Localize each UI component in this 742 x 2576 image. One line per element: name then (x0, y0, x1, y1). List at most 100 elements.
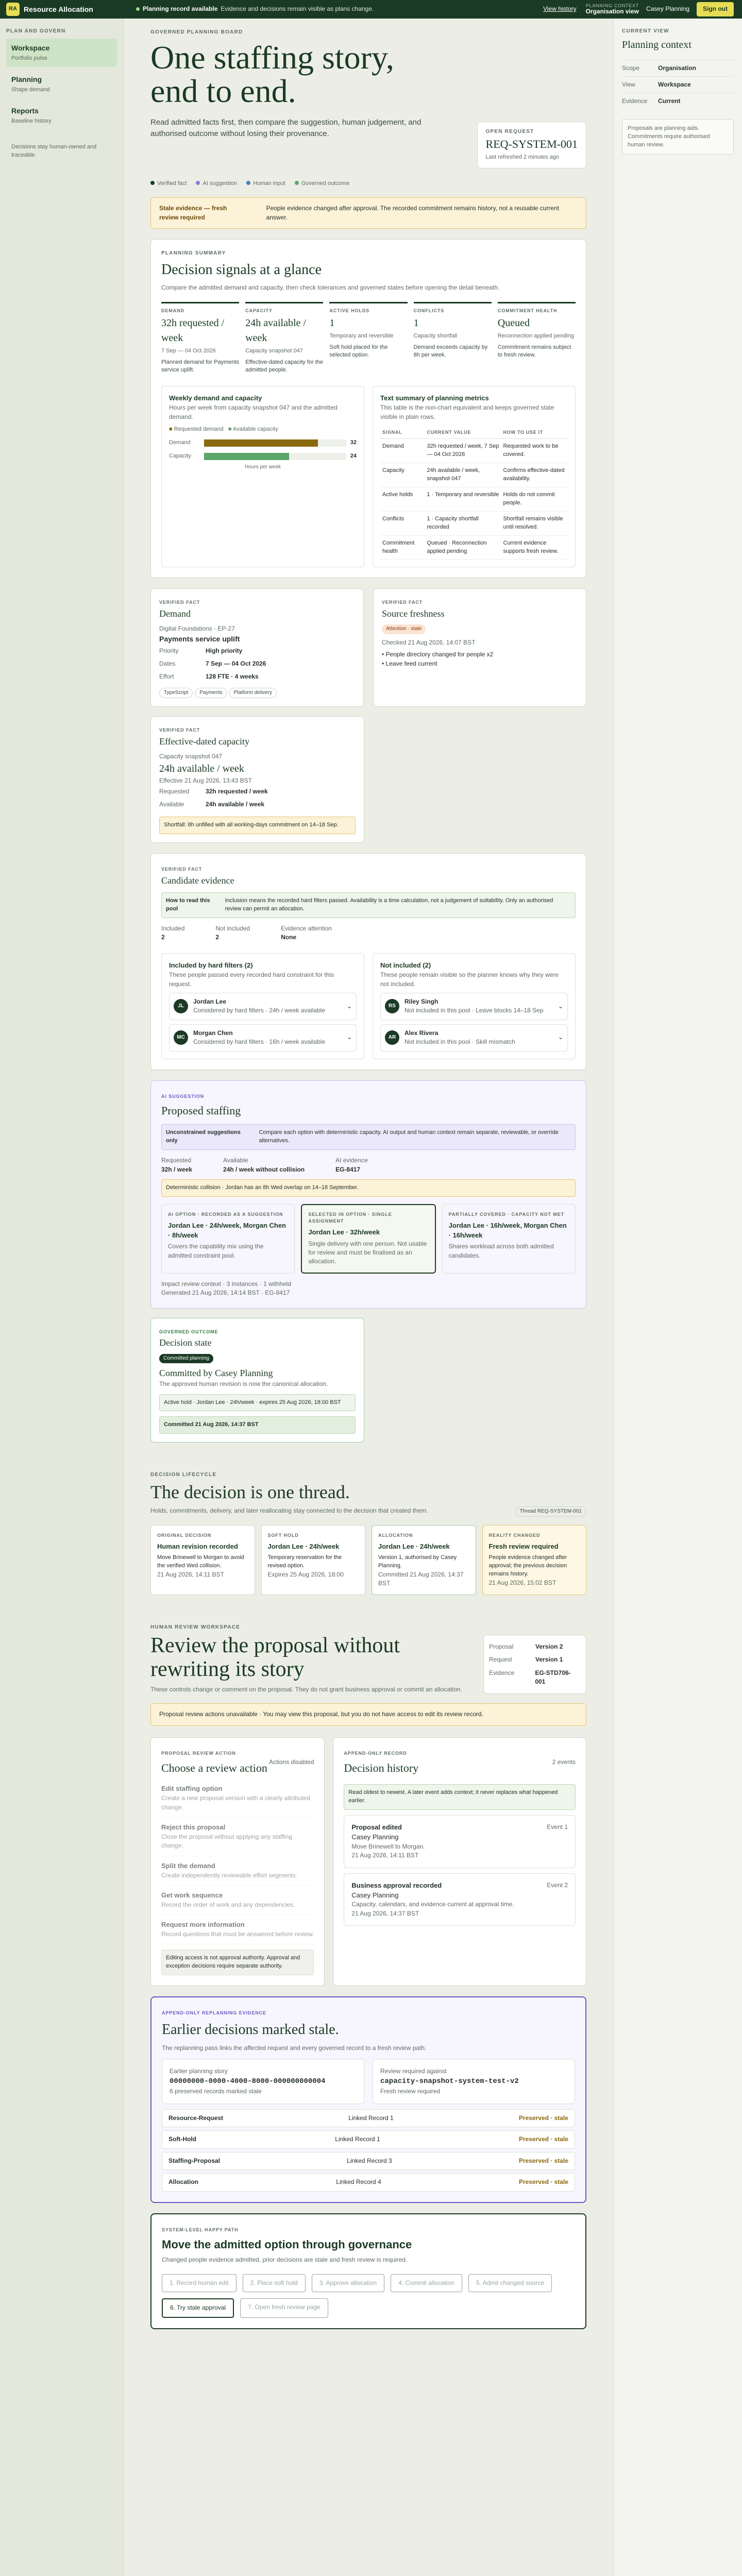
collision-warning: Deterministic collision · Jordan has an … (161, 1179, 576, 1197)
sidebar-item-planning[interactable]: Planning Shape demand (6, 70, 117, 98)
thread-chip[interactable]: Thread REQ-SYSTEM-001 (515, 1506, 586, 1517)
review-action[interactable]: Split the demand Create independently rev… (161, 1856, 314, 1886)
review-title: Review the proposal without rewriting it… (150, 1634, 400, 1681)
chevron-down-icon[interactable]: ⌄ (347, 1002, 352, 1011)
demand-row: Effort 128 FTE · 4 weeks (159, 670, 355, 683)
skill-chip: Platform delivery (229, 687, 277, 699)
candidate-meta: Considered by hard filters · 16h / week … (193, 1038, 326, 1046)
brand[interactable]: RA Resource Allocation (0, 3, 124, 16)
kv-key: Effort (159, 673, 174, 681)
lifecycle-label: Soft hold (267, 1533, 299, 1538)
action-title: Request more information (161, 1921, 245, 1929)
lifecycle-card[interactable]: Original decision Human revision recorded… (150, 1525, 255, 1595)
freshness-card: VERIFIED FACT Source freshness Attention … (373, 588, 586, 707)
metric-val: 1 (413, 317, 419, 329)
candidate-row[interactable]: RS Riley Singh Not included in this pool ·… (380, 992, 568, 1020)
lifecycle-time: Expires 25 Aug 2026, 18:00 (267, 1570, 344, 1578)
included-pool: Included by hard filters (2) These people… (161, 953, 364, 1059)
stale-status: Preserved · stale (518, 2157, 568, 2164)
event-actor: Casey Planning (351, 1833, 399, 1841)
happy-path-step[interactable]: 6. Try stale approval (162, 2298, 234, 2318)
happy-path: SYSTEM-LEVEL HAPPY PATH Move the admitted… (150, 2213, 586, 2329)
candidate-meta: Considered by hard filters · 24h / week … (193, 1007, 326, 1014)
record-link[interactable]: Linked Record 3 (347, 2157, 392, 2165)
review-action[interactable]: Get work sequence Record the order of wor… (161, 1886, 314, 1916)
lifecycle-card[interactable]: Allocation Jordan Lee · 24h/week Version 1… (372, 1525, 476, 1595)
user-name[interactable]: Casey Planning (646, 5, 689, 13)
rail-key: View (622, 80, 635, 88)
stale-status: Preserved · stale (518, 2136, 568, 2143)
proposal-option[interactable]: SELECTED IN OPTION · SINGLE ASSIGNMENT Jo… (301, 1204, 436, 1274)
kv-value: Version 1 (535, 1656, 563, 1664)
chart-axis-label: Hours per week (244, 464, 281, 470)
candidate-row[interactable]: AR Alex Rivera Not included in this pool ·… (380, 1024, 568, 1052)
card-title: Earlier decisions marked stale. (162, 2022, 339, 2038)
metric-lbl: Capacity (245, 308, 273, 313)
option-tag: SELECTED IN OPTION · SINGLE ASSIGNMENT (308, 1211, 392, 1224)
candidate-row[interactable]: JL Jordan Lee Considered by hard filters ·… (169, 992, 357, 1020)
happy-path-step[interactable]: 3. Approve allocation (311, 2274, 385, 2293)
card-kicker: AI SUGGESTION (161, 1093, 205, 1099)
sidebar-item-reports[interactable]: Reports Baseline history (6, 101, 117, 130)
review-action[interactable]: Reject this proposal Close the proposal w… (161, 1818, 314, 1856)
lifecycle-label: Reality changed (488, 1533, 541, 1538)
table-row: Demand 32h requested / week, 7 Sep — 04 O… (380, 438, 568, 463)
metric-lbl: Conflicts (413, 308, 445, 313)
metric-val: 1 (329, 317, 335, 329)
metric-meta: Temporary and reversible (329, 332, 394, 339)
record-link[interactable]: Linked Record 1 (348, 2114, 393, 2123)
lifecycle-card[interactable]: Soft hold Jordan Lee · 24h/week Temporary … (261, 1525, 365, 1595)
context-switcher[interactable]: PLANNING CONTEXT Organisation view (586, 3, 639, 15)
summary-title: Decision signals at a glance (161, 261, 322, 278)
sidebar-item-workspace[interactable]: Workspace Portfolio pulse (6, 38, 117, 67)
proposal-option[interactable]: PARTIALLY COVERED · CAPACITY NOT MET Jord… (442, 1204, 576, 1274)
count-value: 2 (161, 933, 165, 941)
impact-context[interactable]: Impact review context · 3 instances · 1 … (161, 1280, 576, 1289)
kv-value: 7 Sep — 04 Oct 2026 (206, 660, 266, 667)
record-link[interactable]: Linked Record 4 (336, 2178, 381, 2187)
review-action[interactable]: Request more information Record questions… (161, 1915, 314, 1945)
card-title: Source freshness (382, 608, 445, 619)
replan-sub: The replanning pass links the affected r… (162, 2044, 427, 2052)
happy-path-step[interactable]: 1. Record human edit (162, 2274, 237, 2293)
chevron-down-icon[interactable]: ⌄ (558, 1002, 563, 1011)
table-cell: 32h requested / week, 7 Sep — 04 Oct 202… (425, 438, 501, 463)
lifecycle-card[interactable]: Reality changed Fresh review required Peop… (482, 1525, 586, 1595)
signout-button[interactable]: Sign out (697, 2, 734, 16)
lifecycle-label: Allocation (378, 1533, 413, 1538)
lifecycle-desc: People evidence changed after approval; … (488, 1554, 567, 1577)
proposal-option[interactable]: AI OPTION · RECORDED AS A SUGGESTION Jord… (161, 1204, 295, 1274)
hero-lead: Read admitted facts first, then compare … (150, 118, 421, 138)
stat-value: 24h / week without collision (223, 1165, 305, 1173)
request-card[interactable]: OPEN REQUEST REQ-SYSTEM-001 Last refreshed… (477, 122, 586, 169)
happy-path-step[interactable]: 5. Admit changed source (468, 2274, 552, 2293)
review-action[interactable]: Edit staffing option Create a new proposa… (161, 1779, 314, 1818)
proposal-note-text: Compare each option with deterministic c… (259, 1129, 559, 1144)
kv-value: 24h available / week (206, 801, 265, 808)
candidate-row[interactable]: MC Morgan Chen Considered by hard filters … (169, 1024, 357, 1052)
view-history-link[interactable]: View history (543, 5, 576, 13)
excluded-pool: Not included (2) These people remain visi… (373, 953, 576, 1059)
table-cell: Current evidence supports fresh review. (501, 535, 568, 560)
record-link[interactable]: Linked Record 1 (335, 2135, 380, 2144)
story-label: Review required against (380, 2067, 447, 2075)
chevron-down-icon[interactable]: ⌄ (558, 1033, 563, 1042)
stale-record-row: Allocation Linked Record 4 Preserved · sta… (162, 2173, 575, 2192)
card-title: Effective-dated capacity (159, 736, 250, 747)
chevron-down-icon[interactable]: ⌄ (347, 1033, 352, 1042)
actions-state: Actions disabled (269, 1758, 314, 1766)
option-desc: Shares workload across both admitted can… (448, 1243, 554, 1259)
history-note: Read oldest to newest. A later event add… (344, 1784, 576, 1810)
happy-path-step[interactable]: 7. Open fresh review page (240, 2298, 328, 2318)
sidebar-item-sub: Shape demand (11, 87, 50, 93)
happy-path-step[interactable]: 4. Commit allocation (391, 2274, 462, 2293)
kv-key: Proposal (489, 1642, 514, 1650)
happy-path-step[interactable]: 2. Place soft hold (242, 2274, 306, 2293)
action-desc: Close the proposal without applying any … (161, 1833, 292, 1850)
rail-value: Current (658, 97, 681, 105)
freshness-checked: Checked 21 Aug 2026, 14:07 BST (382, 638, 476, 646)
table-cell: Requested work to be covered. (501, 438, 568, 463)
metrics-table-box: Text summary of planning metrics This ta… (373, 386, 576, 568)
event-number: Event 2 (547, 1881, 568, 1889)
card-kicker: GOVERNED OUTCOME (159, 1329, 218, 1334)
